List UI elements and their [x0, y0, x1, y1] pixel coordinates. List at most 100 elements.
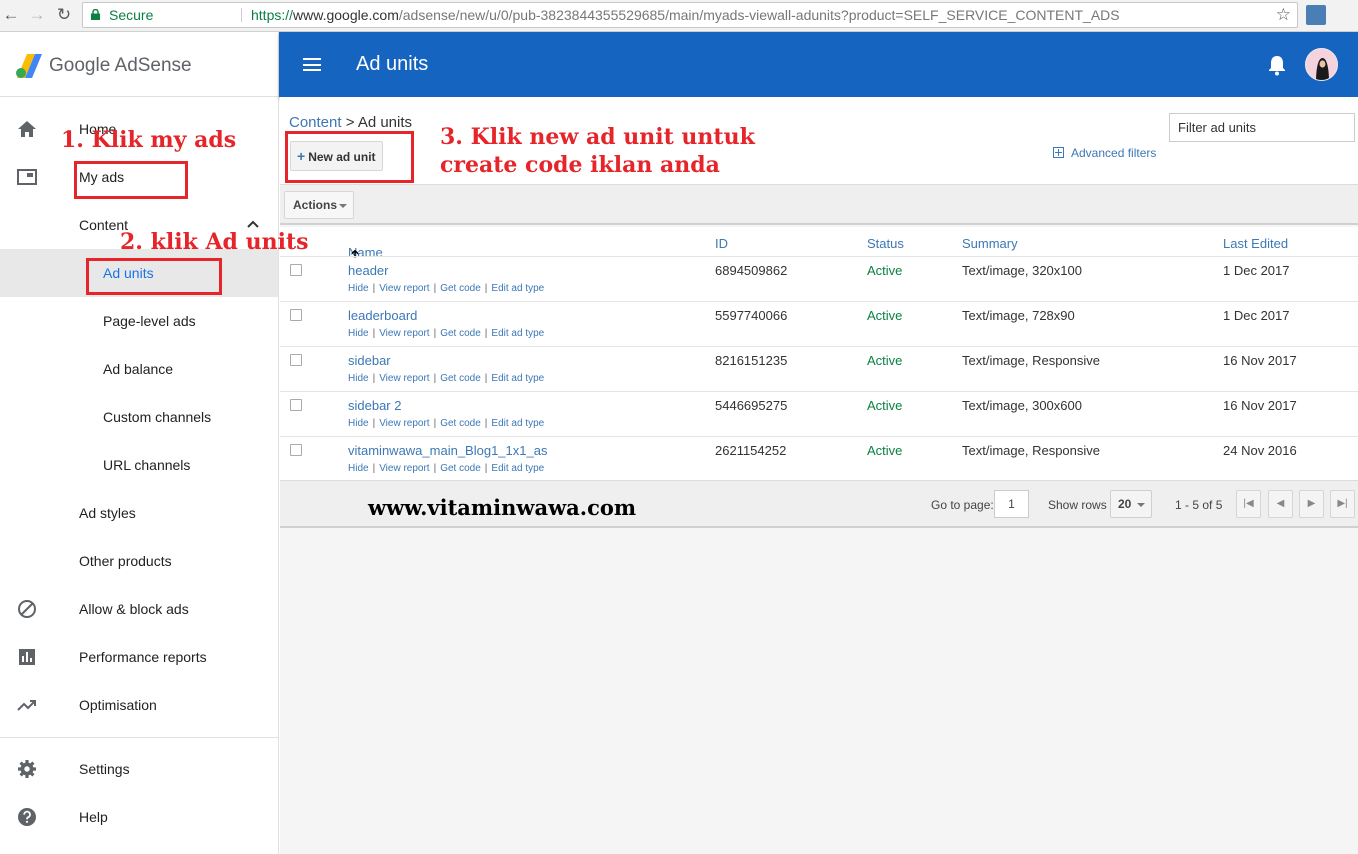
view-report-link[interactable]: View report [379, 328, 429, 339]
sidebar-item-ad-balance[interactable]: Ad balance [0, 345, 278, 393]
adsense-logo-icon [16, 54, 42, 78]
sidebar-item-page-level-ads[interactable]: Page-level ads [0, 297, 278, 345]
edit-ad-type-link[interactable]: Edit ad type [491, 373, 544, 384]
sidebar-item-help[interactable]: Help [0, 793, 278, 841]
forward-arrow-icon[interactable]: → [26, 4, 48, 26]
column-header-status[interactable]: Status [867, 236, 904, 251]
actions-dropdown[interactable]: Actions [284, 191, 354, 219]
ad-unit-id: 2621154252 [715, 443, 787, 458]
sidebar-item-label: Ad styles [79, 505, 136, 521]
ad-unit-name-link[interactable]: vitaminwawa_main_Blog1_1x1_as [348, 443, 547, 458]
advanced-filters-link[interactable]: Advanced filters [1053, 146, 1156, 160]
sidebar-item-label: URL channels [103, 457, 191, 473]
filter-ad-units-input[interactable] [1169, 113, 1355, 142]
sidebar-item-ad-styles[interactable]: Ad styles [0, 489, 278, 537]
show-rows-label: Show rows [1048, 498, 1107, 512]
view-report-link[interactable]: View report [379, 373, 429, 384]
table-row: header Hide | View report | Get code | Edit ad… [280, 256, 1358, 301]
sidebar-item-optimisation[interactable]: Optimisation [0, 681, 278, 729]
row-actions: Hide | View report | Get code | Edit ad type [348, 283, 545, 294]
sidebar-item-other-products[interactable]: Other products [0, 537, 278, 585]
rows-per-page-select[interactable]: 20 [1110, 490, 1152, 518]
row-checkbox[interactable] [290, 264, 302, 276]
column-header-id[interactable]: ID [715, 236, 728, 251]
row-actions: Hide | View report | Get code | Edit ad type [348, 463, 545, 474]
hide-link[interactable]: Hide [348, 283, 369, 294]
edit-ad-type-link[interactable]: Edit ad type [491, 418, 544, 429]
gear-icon [18, 760, 36, 778]
edit-ad-type-link[interactable]: Edit ad type [491, 283, 544, 294]
row-checkbox[interactable] [290, 399, 302, 411]
ad-unit-summary: Text/image, 728x90 [962, 308, 1075, 323]
next-page-icon[interactable]: ▶ [1299, 490, 1324, 518]
avatar-image [1306, 49, 1337, 80]
ad-unit-id: 6894509862 [715, 263, 788, 278]
row-checkbox[interactable] [290, 444, 302, 456]
ad-unit-name-link[interactable]: header [348, 263, 388, 278]
row-checkbox[interactable] [290, 354, 302, 366]
hide-link[interactable]: Hide [348, 373, 369, 384]
edit-ad-type-link[interactable]: Edit ad type [491, 463, 544, 474]
annotation-box-my-ads [74, 161, 188, 199]
extension-icon[interactable] [1306, 5, 1326, 25]
last-page-icon[interactable]: ▶| [1330, 490, 1355, 518]
sidebar-item-allow-block-ads[interactable]: Allow & block ads [0, 585, 278, 633]
first-page-icon[interactable]: |◀ [1236, 490, 1261, 518]
get-code-link[interactable]: Get code [440, 418, 481, 429]
ad-unit-id: 8216151235 [715, 353, 788, 368]
sidebar-item-settings[interactable]: Settings [0, 745, 278, 793]
sidebar-item-label: Page-level ads [103, 313, 196, 329]
column-header-last-edited[interactable]: Last Edited [1223, 236, 1288, 251]
ad-unit-summary: Text/image, Responsive [962, 353, 1101, 368]
column-header-summary[interactable]: Summary [962, 236, 1018, 251]
row-checkbox[interactable] [290, 309, 302, 321]
adsense-logo[interactable]: Google AdSense [16, 52, 192, 80]
browser-chrome: ← → ↻ Secure https://www.google.com/adse… [0, 0, 1358, 32]
bell-icon[interactable] [1267, 54, 1287, 76]
ad-unit-name-link[interactable]: leaderboard [348, 308, 417, 323]
home-icon [18, 121, 36, 137]
hide-link[interactable]: Hide [348, 328, 369, 339]
hamburger-menu-icon[interactable] [303, 58, 321, 71]
expand-plus-icon [1053, 147, 1064, 158]
row-actions: Hide | View report | Get code | Edit ad type [348, 418, 545, 429]
ad-unit-name-link[interactable]: sidebar [348, 353, 391, 368]
breadcrumb: Content > Ad units [289, 114, 412, 131]
sidebar: Google AdSense Home My ads Content Ad un… [0, 32, 279, 854]
bookmark-star-icon[interactable]: ☆ [1276, 3, 1291, 27]
sidebar-item-performance-reports[interactable]: Performance reports [0, 633, 278, 681]
sidebar-divider [0, 96, 279, 97]
sidebar-item-label: Settings [79, 761, 130, 777]
view-report-link[interactable]: View report [379, 418, 429, 429]
sidebar-item-url-channels[interactable]: URL channels [0, 441, 278, 489]
get-code-link[interactable]: Get code [440, 328, 481, 339]
watermark-text: www.vitaminwawa.com [368, 495, 637, 520]
hide-link[interactable]: Hide [348, 463, 369, 474]
get-code-link[interactable]: Get code [440, 373, 481, 384]
annotation-box-ad-units [86, 258, 222, 295]
last-edited-date: 16 Nov 2017 [1223, 398, 1297, 413]
ad-unit-id: 5446695275 [715, 398, 788, 413]
help-icon [18, 808, 36, 826]
row-actions: Hide | View report | Get code | Edit ad type [348, 373, 545, 384]
edit-ad-type-link[interactable]: Edit ad type [491, 328, 544, 339]
view-report-link[interactable]: View report [379, 283, 429, 294]
status-badge: Active [867, 398, 903, 413]
reload-icon[interactable]: ↻ [53, 4, 75, 26]
table-row: sidebar Hide | View report | Get code | Edit a… [280, 346, 1358, 391]
get-code-link[interactable]: Get code [440, 463, 481, 474]
page-number-input[interactable]: 1 [994, 490, 1029, 518]
sidebar-item-custom-channels[interactable]: Custom channels [0, 393, 278, 441]
hide-link[interactable]: Hide [348, 418, 369, 429]
address-bar[interactable]: Secure https://www.google.com/adsense/ne… [82, 2, 1298, 28]
avatar[interactable] [1305, 48, 1338, 81]
breadcrumb-content-link[interactable]: Content [289, 114, 342, 131]
get-code-link[interactable]: Get code [440, 283, 481, 294]
back-arrow-icon[interactable]: ← [0, 4, 22, 26]
previous-page-icon[interactable]: ◀ [1268, 490, 1293, 518]
logo-google-text: Google [49, 55, 111, 76]
trending-up-icon [17, 700, 36, 711]
view-report-link[interactable]: View report [379, 463, 429, 474]
go-to-page-label: Go to page: [931, 498, 994, 512]
ad-unit-name-link[interactable]: sidebar 2 [348, 398, 401, 413]
